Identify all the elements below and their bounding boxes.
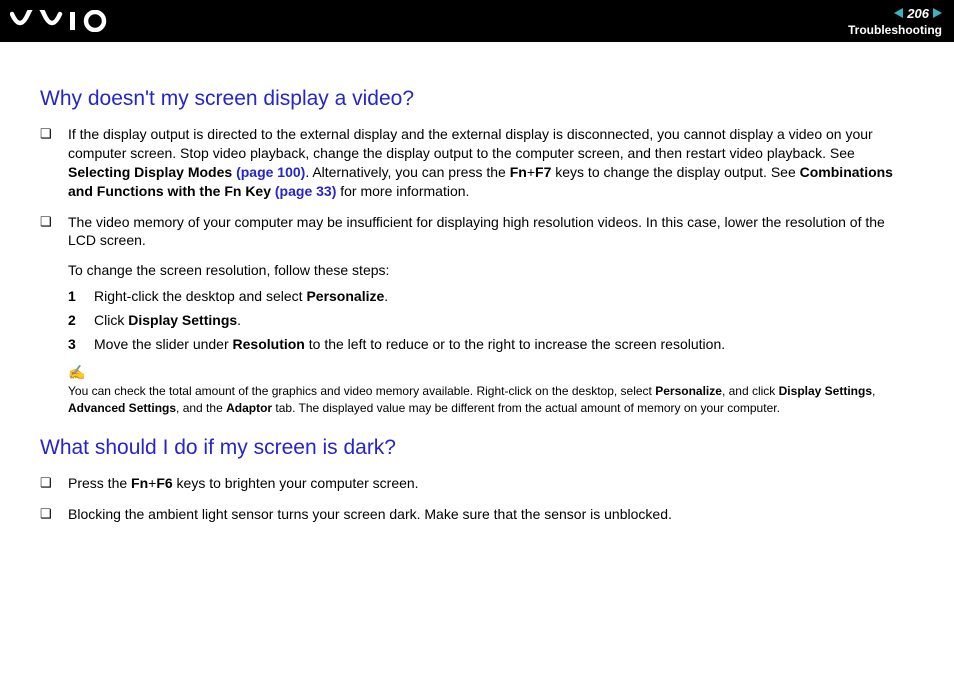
text: , and click [722, 384, 779, 398]
text-bold: Display Settings [128, 312, 237, 328]
text: If the display output is directed to the… [68, 126, 873, 161]
text: Click [94, 312, 128, 328]
list-item: ❑ Press the Fn+F6 keys to brighten your … [40, 474, 914, 493]
text: for more information. [336, 183, 469, 199]
bullet-icon: ❑ [40, 213, 68, 251]
page-navigation: 206 [894, 6, 942, 21]
text: keys to change the display output. See [551, 164, 799, 180]
step-text: Click Display Settings. [94, 312, 241, 328]
text: You can check the total amount of the gr… [68, 384, 655, 398]
header-right: 206 Troubleshooting [848, 6, 942, 37]
text-bold: Advanced Settings [68, 401, 176, 415]
page-link[interactable]: (page 100) [236, 164, 305, 180]
text-bold: Fn [131, 475, 148, 491]
section-title: Troubleshooting [848, 23, 942, 37]
list-item: ❑ The video memory of your computer may … [40, 213, 914, 251]
step-item: 1 Right-click the desktop and select Per… [68, 288, 914, 304]
heading-video: Why doesn't my screen display a video? [40, 87, 914, 111]
text-bold: Selecting Display Modes [68, 164, 236, 180]
page-number: 206 [907, 6, 929, 21]
text: , [872, 384, 875, 398]
step-number: 1 [68, 288, 94, 304]
text: . Alternatively, you can press the [305, 164, 509, 180]
text-bold: F7 [535, 164, 551, 180]
section-dark-screen: What should I do if my screen is dark? ❑… [40, 436, 914, 524]
steps-intro: To change the screen resolution, follow … [68, 262, 914, 278]
text-bold: Personalize [306, 288, 384, 304]
text: . [237, 312, 241, 328]
step-item: 2 Click Display Settings. [68, 312, 914, 328]
prev-page-arrow-icon[interactable] [894, 8, 903, 18]
text-bold: F6 [156, 475, 172, 491]
step-item: 3 Move the slider under Resolution to th… [68, 336, 914, 352]
text: . [384, 288, 388, 304]
note-block: ✍ You can check the total amount of the … [68, 364, 914, 415]
step-text: Right-click the desktop and select Perso… [94, 288, 388, 304]
bullet-text: If the display output is directed to the… [68, 125, 914, 201]
bullet-text: Blocking the ambient light sensor turns … [68, 505, 914, 524]
bullet-icon: ❑ [40, 125, 68, 201]
text: tab. The displayed value may be differen… [272, 401, 780, 415]
page-content: Why doesn't my screen display a video? ❑… [0, 42, 954, 524]
step-text: Move the slider under Resolution to the … [94, 336, 725, 352]
note-text: You can check the total amount of the gr… [68, 383, 914, 415]
vaio-logo [10, 10, 120, 32]
list-item: ❑ Blocking the ambient light sensor turn… [40, 505, 914, 524]
heading-dark: What should I do if my screen is dark? [40, 436, 914, 460]
text-bold: Personalize [655, 384, 722, 398]
step-number: 2 [68, 312, 94, 328]
text: Right-click the desktop and select [94, 288, 306, 304]
text-bold: Adaptor [226, 401, 272, 415]
page-link[interactable]: (page 33) [275, 183, 336, 199]
bullet-text: Press the Fn+F6 keys to brighten your co… [68, 474, 914, 493]
text-bold: Resolution [233, 336, 305, 352]
page-header: 206 Troubleshooting [0, 0, 954, 42]
text: , and the [176, 401, 226, 415]
next-page-arrow-icon[interactable] [933, 8, 942, 18]
step-number: 3 [68, 336, 94, 352]
text: Move the slider under [94, 336, 233, 352]
text: + [527, 164, 535, 180]
bullet-text: The video memory of your computer may be… [68, 213, 914, 251]
text: Press the [68, 475, 131, 491]
text: keys to brighten your computer screen. [173, 475, 419, 491]
note-icon: ✍ [68, 364, 914, 381]
bullet-icon: ❑ [40, 474, 68, 493]
text: to the left to reduce or to the right to… [305, 336, 725, 352]
list-item: ❑ If the display output is directed to t… [40, 125, 914, 201]
text-bold: Display Settings [779, 384, 872, 398]
bullet-icon: ❑ [40, 505, 68, 524]
text-bold: Fn [510, 164, 527, 180]
